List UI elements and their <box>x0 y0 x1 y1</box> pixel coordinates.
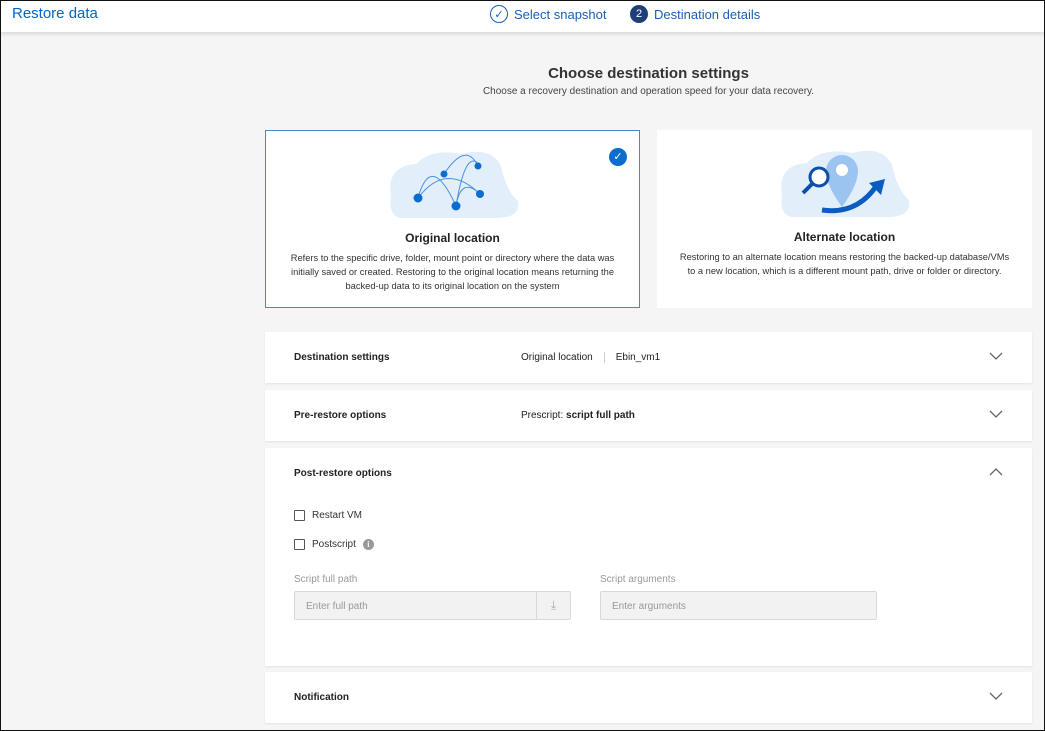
step-select-snapshot[interactable]: ✓ Select snapshot <box>490 5 607 23</box>
step-label: Select snapshot <box>514 6 607 22</box>
card-title: Original location <box>405 231 500 245</box>
prescript-value: script full path <box>566 410 635 421</box>
step-label: Destination details <box>654 6 761 22</box>
postscript-checkbox[interactable]: Postscript i <box>294 539 374 550</box>
step-destination-details[interactable]: 2 Destination details <box>630 5 760 23</box>
card-description: Refers to the specific drive, folder, mo… <box>290 253 615 291</box>
destination-vm: Ebin_vm1 <box>615 352 661 364</box>
checkbox-box[interactable] <box>294 510 305 521</box>
prescript-label: Prescript: <box>521 410 564 421</box>
download-icon[interactable]: ⤓ <box>536 592 570 619</box>
search-location-illustration-icon <box>781 150 910 217</box>
original-location-card[interactable]: ✓ Original location Refers to the specif… <box>265 130 640 308</box>
section-subheading: Choose a recovery destination and operat… <box>482 86 815 97</box>
step-number: 2 <box>630 5 648 23</box>
checkbox-label: Postscript <box>312 539 356 550</box>
panel-summary: Prescript: script full path <box>521 410 635 421</box>
checkbox-box[interactable] <box>294 539 305 550</box>
destination-settings-panel[interactable]: Destination settings Original location Eb… <box>265 332 1032 383</box>
check-circle-icon: ✓ <box>490 5 508 23</box>
notification-panel[interactable]: Notification <box>265 672 1032 723</box>
script-path-label: Script full path <box>294 574 358 585</box>
section-heading: Choose destination settings <box>548 65 749 82</box>
chevron-down-icon[interactable] <box>988 688 1004 704</box>
checkbox-label: Restart VM <box>312 510 363 521</box>
panel-title: Destination settings <box>294 352 390 363</box>
alternate-location-card[interactable]: Alternate location Restoring to an alter… <box>657 130 1032 308</box>
info-icon[interactable]: i <box>362 539 374 550</box>
placeholder: Enter full path <box>306 601 368 612</box>
panel-summary: Original location Ebin_vm1 <box>521 352 660 363</box>
header: Restore data ✓ Select snapshot 2 Destinati… <box>0 0 1045 32</box>
script-arguments-label: Script arguments <box>600 574 676 585</box>
pre-restore-panel[interactable]: Pre-restore options Prescript: script fu… <box>265 390 1032 441</box>
script-arguments-input[interactable]: Enter arguments <box>600 591 877 620</box>
restart-vm-checkbox[interactable]: Restart VM <box>294 510 362 521</box>
post-restore-panel[interactable]: Post-restore options Restart VM Postscri… <box>265 448 1032 666</box>
panel-title: Pre-restore options <box>294 410 387 421</box>
placeholder: Enter arguments <box>612 601 686 612</box>
panel-title: Post-restore options <box>294 468 392 479</box>
card-description: Restoring to an alternate location means… <box>679 252 1010 276</box>
chevron-down-icon[interactable] <box>988 406 1004 422</box>
destination-type: Original location <box>521 352 593 364</box>
script-path-input[interactable]: Enter full path ⤓ <box>294 591 571 620</box>
card-title: Alternate location <box>793 230 896 244</box>
chevron-up-icon[interactable] <box>988 464 1004 480</box>
chevron-down-icon[interactable] <box>988 348 1004 364</box>
map-pins-illustration-icon <box>390 151 519 218</box>
page-title: Restore data <box>12 5 98 22</box>
selected-check-icon: ✓ <box>609 148 627 166</box>
panel-title: Notification <box>294 692 349 703</box>
